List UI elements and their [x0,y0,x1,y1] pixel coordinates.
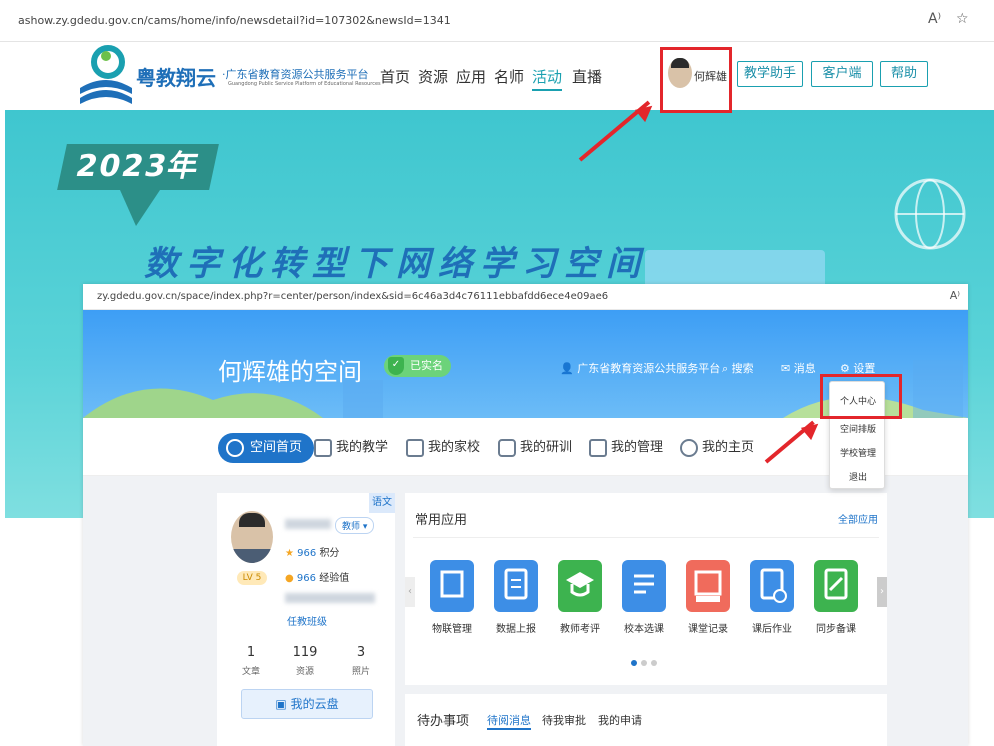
logo-subtitle: ·广东省教育资源公共服务平台 [222,68,369,81]
level-badge: LV 5 [237,571,267,585]
menu-space-layout[interactable]: 空间排版 [830,422,886,435]
grid-icon [498,439,516,457]
logo-emblem-icon [80,45,132,104]
client-button[interactable]: 客户端 [811,61,873,87]
nav-activities[interactable]: 活动 [532,66,563,91]
stat-photos[interactable]: 3 照片 [343,645,379,677]
nav-resources[interactable]: 资源 [418,66,448,87]
all-apps-link[interactable]: 全部应用 [838,511,878,526]
nav-teachers[interactable]: 名师 [494,66,524,87]
document-icon [589,439,607,457]
nav-apps[interactable]: 应用 [456,66,486,87]
points-row: ★ 966 积分 [285,548,340,559]
app-data-report-icon[interactable] [494,560,538,612]
nav-home[interactable]: 首页 [380,66,410,87]
home-user-icon [226,439,244,457]
search-link[interactable]: ⌕ 搜索 [722,360,754,376]
cloud-drive-button[interactable]: ▣ 我的云盘 [241,689,373,719]
todo-tab-approval[interactable]: 待我审批 [542,712,586,728]
message-link[interactable]: ✉ 消息 [781,360,816,376]
todo-panel: 待办事项 待阅消息 待我审批 我的申请 [405,694,887,746]
highlight-menu-box [820,374,902,419]
stats-row: 1 文章 119 资源 3 照片 [217,645,395,679]
tab-my-home-school[interactable]: 我的家校 [406,433,480,463]
app-label[interactable]: 物联管理 [420,620,484,635]
front-read-aloud-icon[interactable]: A⁾ [950,289,960,302]
stat-resources[interactable]: 119 资源 [287,645,323,677]
verified-badge: ✓ 已实名 [384,355,451,377]
shield-icon: ✓ [388,357,404,375]
coin-icon: ● [285,573,294,584]
app-label[interactable]: 教师考评 [548,620,612,635]
banner-year: 2023年 [57,144,219,190]
app-course-select-icon[interactable] [622,560,666,612]
menu-school-management[interactable]: 学校管理 [830,446,886,459]
class-link[interactable]: 任教班级 [287,613,327,628]
app-label[interactable]: 校本选课 [612,620,676,635]
app-teacher-review-icon[interactable] [558,560,602,612]
app-label[interactable]: 课堂记录 [676,620,740,635]
back-url-text[interactable]: ashow.zy.gdedu.gov.cn/cams/home/info/new… [18,14,451,27]
blurred-school [285,593,375,603]
teaching-icon [314,439,332,457]
todo-tab-unread[interactable]: 待阅消息 [487,712,531,730]
app-homework-icon[interactable] [750,560,794,612]
monitor-icon [406,439,424,457]
tab-my-training[interactable]: 我的研训 [498,433,572,463]
apps-prev-arrow[interactable]: ‹ [405,577,415,607]
teaching-assistant-button[interactable]: 教学助手 [737,61,803,87]
portal-logo[interactable]: 粤教翔云 ·广东省教育资源公共服务平台 Guangdong Public Ser… [76,42,381,108]
app-iot-icon[interactable] [430,560,474,612]
todo-tab-requests[interactable]: 我的申请 [598,712,642,728]
blurred-name [285,519,331,529]
app-label[interactable]: 同步备课 [804,620,868,635]
read-aloud-icon[interactable]: A⁾ [928,11,941,27]
todo-title: 待办事项 [417,714,470,729]
apps-next-arrow[interactable]: › [877,577,887,607]
app-class-record-icon[interactable] [686,560,730,612]
house-icon [680,439,698,457]
nav-live[interactable]: 直播 [572,66,602,87]
carousel-dot[interactable] [641,660,647,666]
back-address-bar[interactable]: ashow.zy.gdedu.gov.cn/cams/home/info/new… [0,0,994,42]
star-icon: ★ [285,548,294,559]
stat-articles[interactable]: 1 文章 [233,645,269,677]
logo-name: 粤教翔云 [136,66,216,90]
app-label[interactable]: 数据上报 [484,620,548,635]
apps-title: 常用应用 [415,513,468,528]
platform-link[interactable]: 👤 广东省教育资源公共服务平台 [560,360,720,376]
highlight-user-box [660,47,732,113]
tab-my-homepage[interactable]: 我的主页 [680,433,754,463]
app-lesson-prep-icon[interactable] [814,560,858,612]
favorite-star-icon[interactable]: ☆ [956,11,969,27]
front-url-text[interactable]: zy.gdedu.gov.cn/space/index.php?r=center… [97,291,608,302]
subject-tag: 语文 [369,493,395,513]
help-button[interactable]: 帮助 [880,61,928,87]
front-address-bar[interactable]: zy.gdedu.gov.cn/space/index.php?r=center… [83,284,968,310]
carousel-dot[interactable] [651,660,657,666]
app-label[interactable]: 课后作业 [740,620,804,635]
logo-english: Guangdong Public Service Platform of Edu… [228,81,381,87]
profile-avatar[interactable] [231,511,273,563]
profile-card: 语文 LV 5 教师 ▾ ★ 966 积分 ● 966 经验值 任教班级 1 文章… [217,493,395,746]
menu-logout[interactable]: 退出 [830,470,886,483]
carousel-dot-active[interactable] [631,660,637,666]
tab-my-teaching[interactable]: 我的教学 [314,433,388,463]
space-title: 何辉雄的空间 [218,358,362,386]
verified-label: 已实名 [410,359,443,372]
cloud-drive-icon: ▣ [275,697,287,711]
tab-my-management[interactable]: 我的管理 [589,433,663,463]
banner-title: 数字化转型下网络学习空间 [144,244,648,284]
tab-space-home[interactable]: 空间首页 [218,433,315,463]
role-dropdown[interactable]: 教师 ▾ [335,517,375,534]
exp-row: ● 966 经验值 [285,573,350,584]
